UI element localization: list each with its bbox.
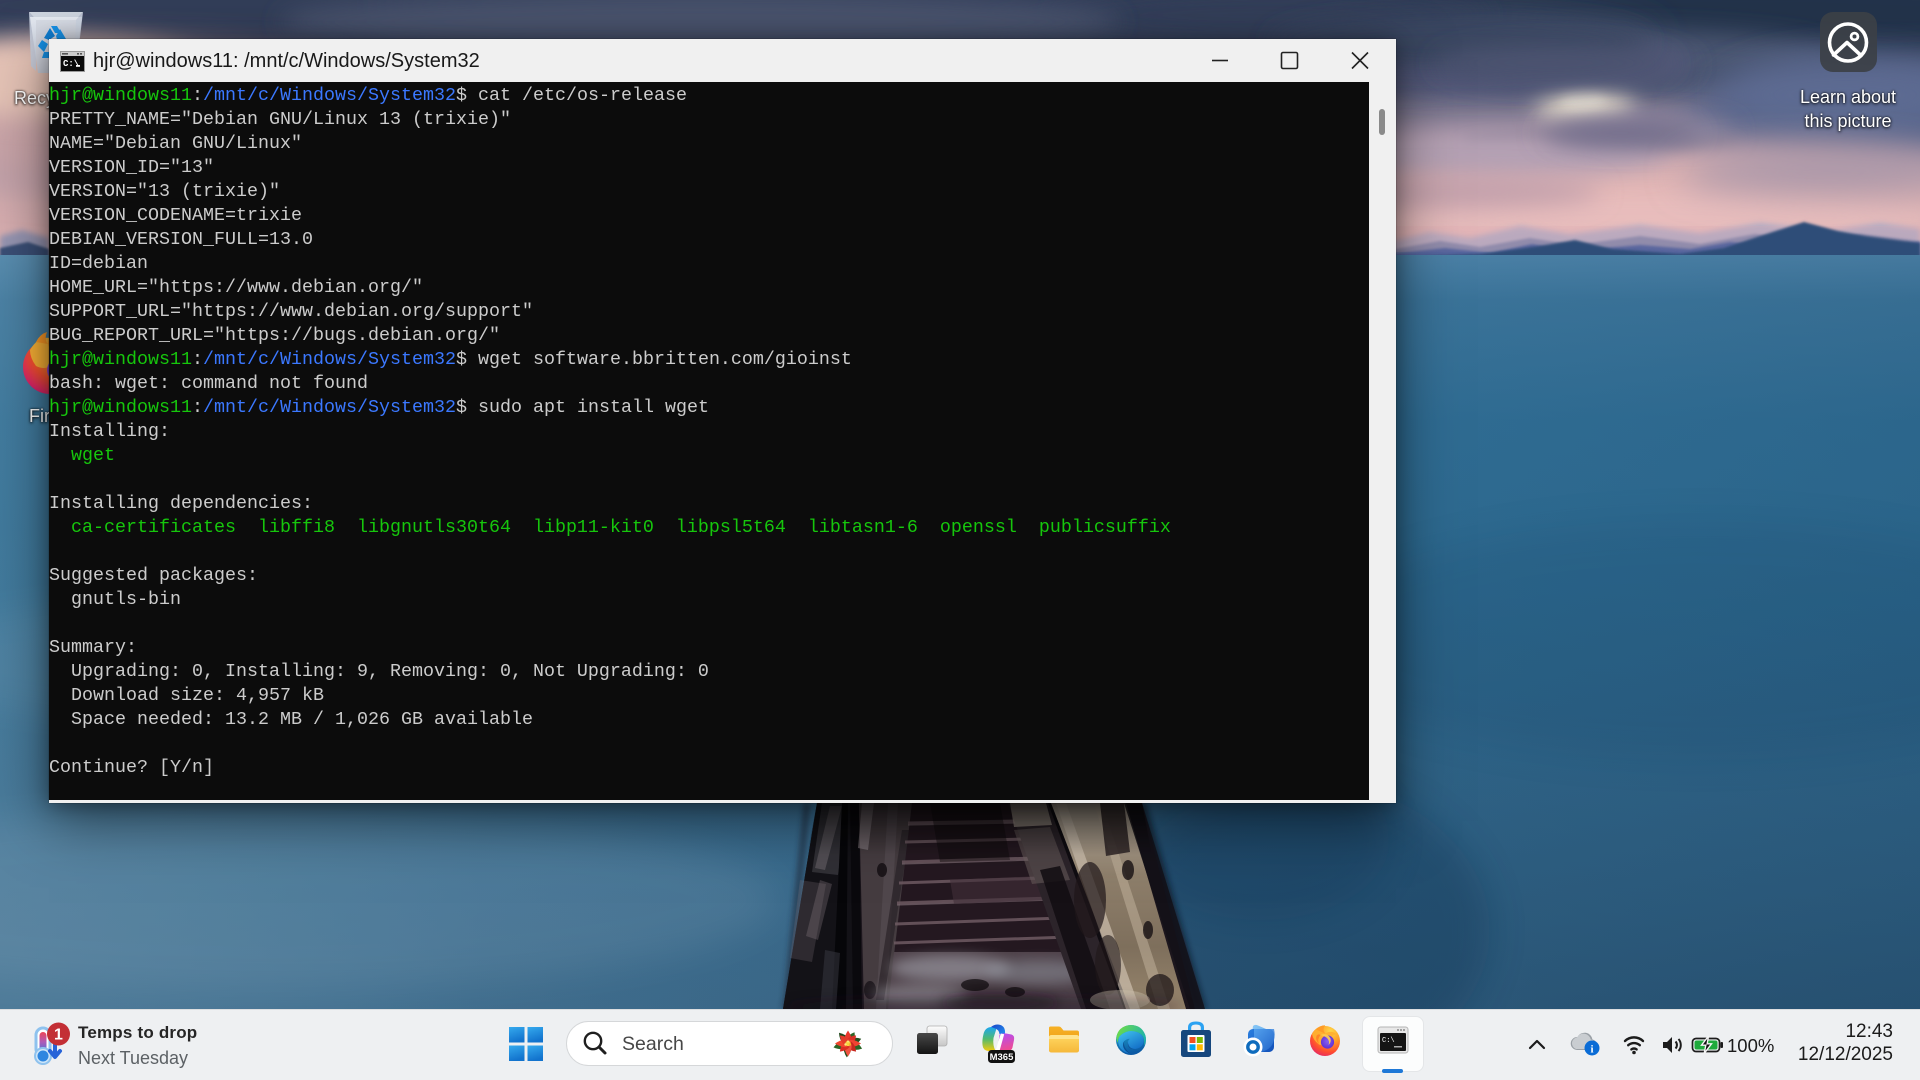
svg-text:1: 1 — [54, 1027, 63, 1044]
svg-text:i: i — [1590, 1044, 1593, 1056]
svg-text:C:\: C:\ — [63, 59, 80, 69]
svg-text:C:\: C:\ — [1382, 1037, 1395, 1045]
svg-text:M365: M365 — [990, 1052, 1014, 1063]
